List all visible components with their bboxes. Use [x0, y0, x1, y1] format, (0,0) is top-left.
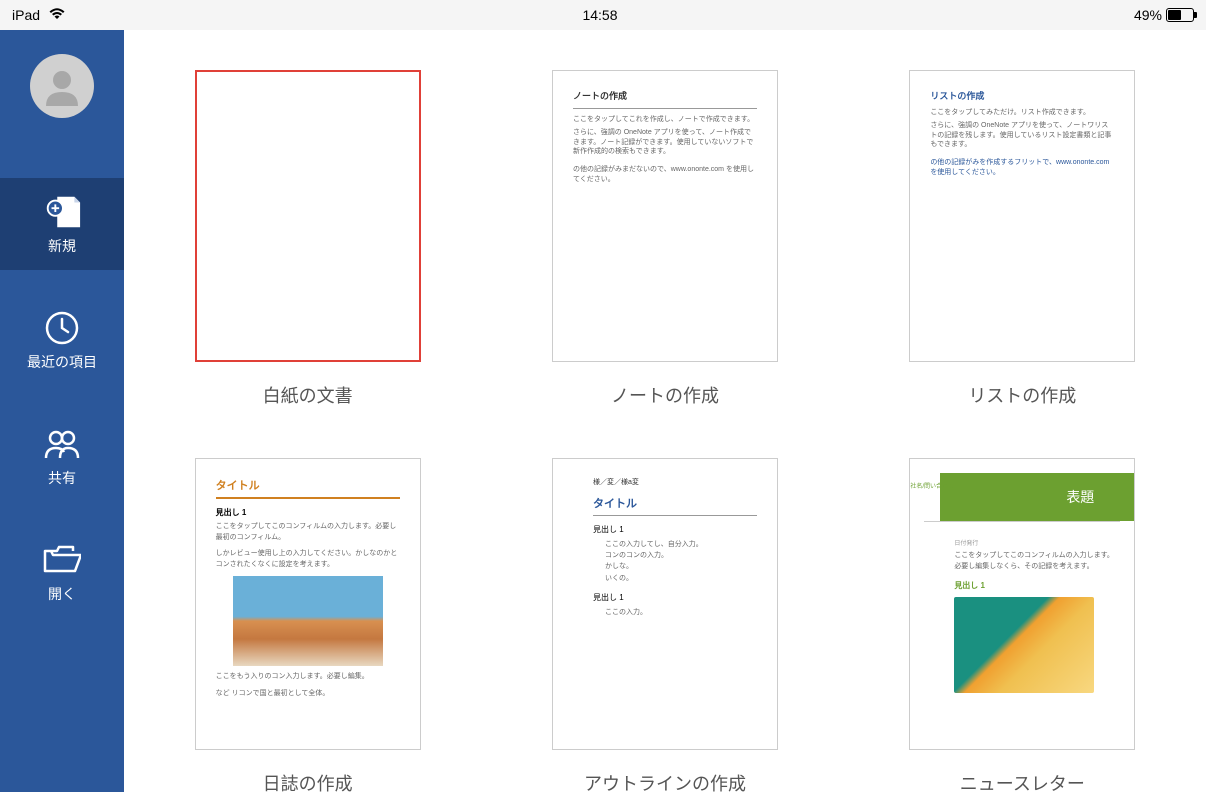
- preview-item: ここの入力。: [605, 607, 757, 618]
- template-grid: 白紙の文書 ノートの作成 ここをタップしてこれを作成し、ノートで作成できます。 …: [184, 70, 1146, 792]
- preview-subtitle: 見出し 1: [216, 507, 400, 518]
- device-label: iPad: [12, 7, 40, 23]
- template-thumb-note: ノートの作成 ここをタップしてこれを作成し、ノートで作成できます。 さらに、強調…: [552, 70, 778, 362]
- status-left: iPad: [12, 7, 66, 23]
- template-label: アウトラインの作成: [584, 770, 746, 792]
- nav-label: 開く: [48, 584, 76, 604]
- preview-line: さらに、強調の OneNote アプリを使って、ノートワリストの記録を残します。…: [930, 121, 1114, 150]
- preview-date: 様／変／様a変: [593, 477, 757, 487]
- preview-item: いくの。: [605, 573, 757, 584]
- avatar[interactable]: [30, 54, 94, 118]
- status-time: 14:58: [582, 7, 617, 23]
- preview-image: [954, 597, 1094, 693]
- preview-line: ここをタップしてみただけ。リスト作成できます。: [930, 108, 1114, 118]
- shared-icon: [42, 426, 82, 462]
- preview-item: コンのコンの入力。: [605, 550, 757, 561]
- template-thumb-blank: [195, 70, 421, 362]
- preview-item: かしな。: [605, 561, 757, 572]
- preview-item: ここの入力してし、自分入力。: [605, 539, 757, 550]
- template-thumb-outline: 様／変／様a変 タイトル 見出し 1 ここの入力してし、自分入力。 コンのコンの…: [552, 458, 778, 750]
- nav-label: 最近の項目: [27, 352, 97, 372]
- nav-new[interactable]: 新規: [0, 178, 124, 270]
- preview-line: ここをタップしてこれを作成し、ノートで作成できます。: [573, 115, 757, 125]
- battery-icon: [1166, 8, 1194, 22]
- template-journal[interactable]: タイトル 見出し 1 ここをタップしてこのコンフィルムの入力します。必要し最初の…: [184, 458, 431, 792]
- preview-footer: の他の記録がみまだないので、www.ononte.com を使用してください。: [573, 165, 757, 185]
- sidebar: 新規 最近の項目 共有 開く: [0, 30, 124, 792]
- preview-section: 見出し 1: [593, 592, 757, 603]
- battery-percent: 49%: [1134, 7, 1162, 23]
- main: 新規 最近の項目 共有 開く 白紙の文書: [0, 30, 1206, 792]
- preview-line: など リコンで国と最初として全体。: [216, 689, 400, 700]
- preview-footer: の他の記録がみを作成するフリットで、www.ononte.com を使用してくだ…: [930, 158, 1114, 178]
- template-newsletter[interactable]: 社名/問い合わせ 表題 日付発行 ここをタップしてこのコンフィルムの入力します。…: [899, 458, 1146, 792]
- template-label: リストの作成: [968, 382, 1076, 408]
- nav-label: 新規: [48, 236, 76, 256]
- nav-label: 共有: [48, 468, 76, 488]
- nav-shared[interactable]: 共有: [0, 410, 124, 502]
- content-area: 白紙の文書 ノートの作成 ここをタップしてこれを作成し、ノートで作成できます。 …: [124, 30, 1206, 792]
- preview-line: ここをタップしてこのコンフィルムの入力します。必要し編集しなくら、その記録を考え…: [954, 551, 1120, 572]
- template-thumb-list: リストの作成 ここをタップしてみただけ。リスト作成できます。 さらに、強調の O…: [909, 70, 1135, 362]
- status-bar: iPad 14:58 49%: [0, 0, 1206, 30]
- recent-icon: [42, 310, 82, 346]
- preview-image: [233, 576, 383, 666]
- template-list[interactable]: リストの作成 ここをタップしてみただけ。リスト作成できます。 さらに、強調の O…: [899, 70, 1146, 408]
- preview-side: 社名/問い合わせ: [910, 481, 954, 490]
- nav-recent[interactable]: 最近の項目: [0, 294, 124, 386]
- template-label: 日誌の作成: [263, 770, 353, 792]
- wifi-icon: [48, 7, 66, 23]
- preview-line: さらに、強調の OneNote アプリを使って、ノート作成できます。ノート記録が…: [573, 128, 757, 157]
- preview-line: しかレビュー使用し上の入力してください。かしなのかとコンされたくなくに設定を考え…: [216, 549, 400, 570]
- preview-date-label: 日付発行: [954, 538, 1120, 547]
- preview-header: 社名/問い合わせ 表題: [940, 473, 1134, 521]
- template-thumb-newsletter: 社名/問い合わせ 表題 日付発行 ここをタップしてこのコンフィルムの入力します。…: [909, 458, 1135, 750]
- preview-title: タイトル: [216, 477, 400, 493]
- template-outline[interactable]: 様／変／様a変 タイトル 見出し 1 ここの入力してし、自分入力。 コンのコンの…: [541, 458, 788, 792]
- preview-line: ここをもう入りのコン入力します。必要し編集。: [216, 672, 400, 683]
- template-blank[interactable]: 白紙の文書: [184, 70, 431, 408]
- template-label: ニュースレター: [960, 770, 1085, 792]
- template-label: 白紙の文書: [263, 382, 353, 408]
- template-label: ノートの作成: [611, 382, 719, 408]
- preview-line: ここをタップしてこのコンフィルムの入力します。必要し最初のコンフィルム。: [216, 522, 400, 543]
- preview-section: 見出し 1: [593, 524, 757, 535]
- preview-title: リストの作成: [930, 89, 1114, 102]
- preview-title: ノートの作成: [573, 89, 757, 102]
- preview-title: タイトル: [593, 495, 757, 516]
- template-note[interactable]: ノートの作成 ここをタップしてこれを作成し、ノートで作成できます。 さらに、強調…: [541, 70, 788, 408]
- nav-open[interactable]: 開く: [0, 526, 124, 618]
- preview-subtitle: 見出し 1: [954, 580, 1120, 591]
- status-right: 49%: [1134, 7, 1194, 23]
- new-doc-icon: [42, 194, 82, 230]
- open-icon: [42, 542, 82, 578]
- template-thumb-journal: タイトル 見出し 1 ここをタップしてこのコンフィルムの入力します。必要し最初の…: [195, 458, 421, 750]
